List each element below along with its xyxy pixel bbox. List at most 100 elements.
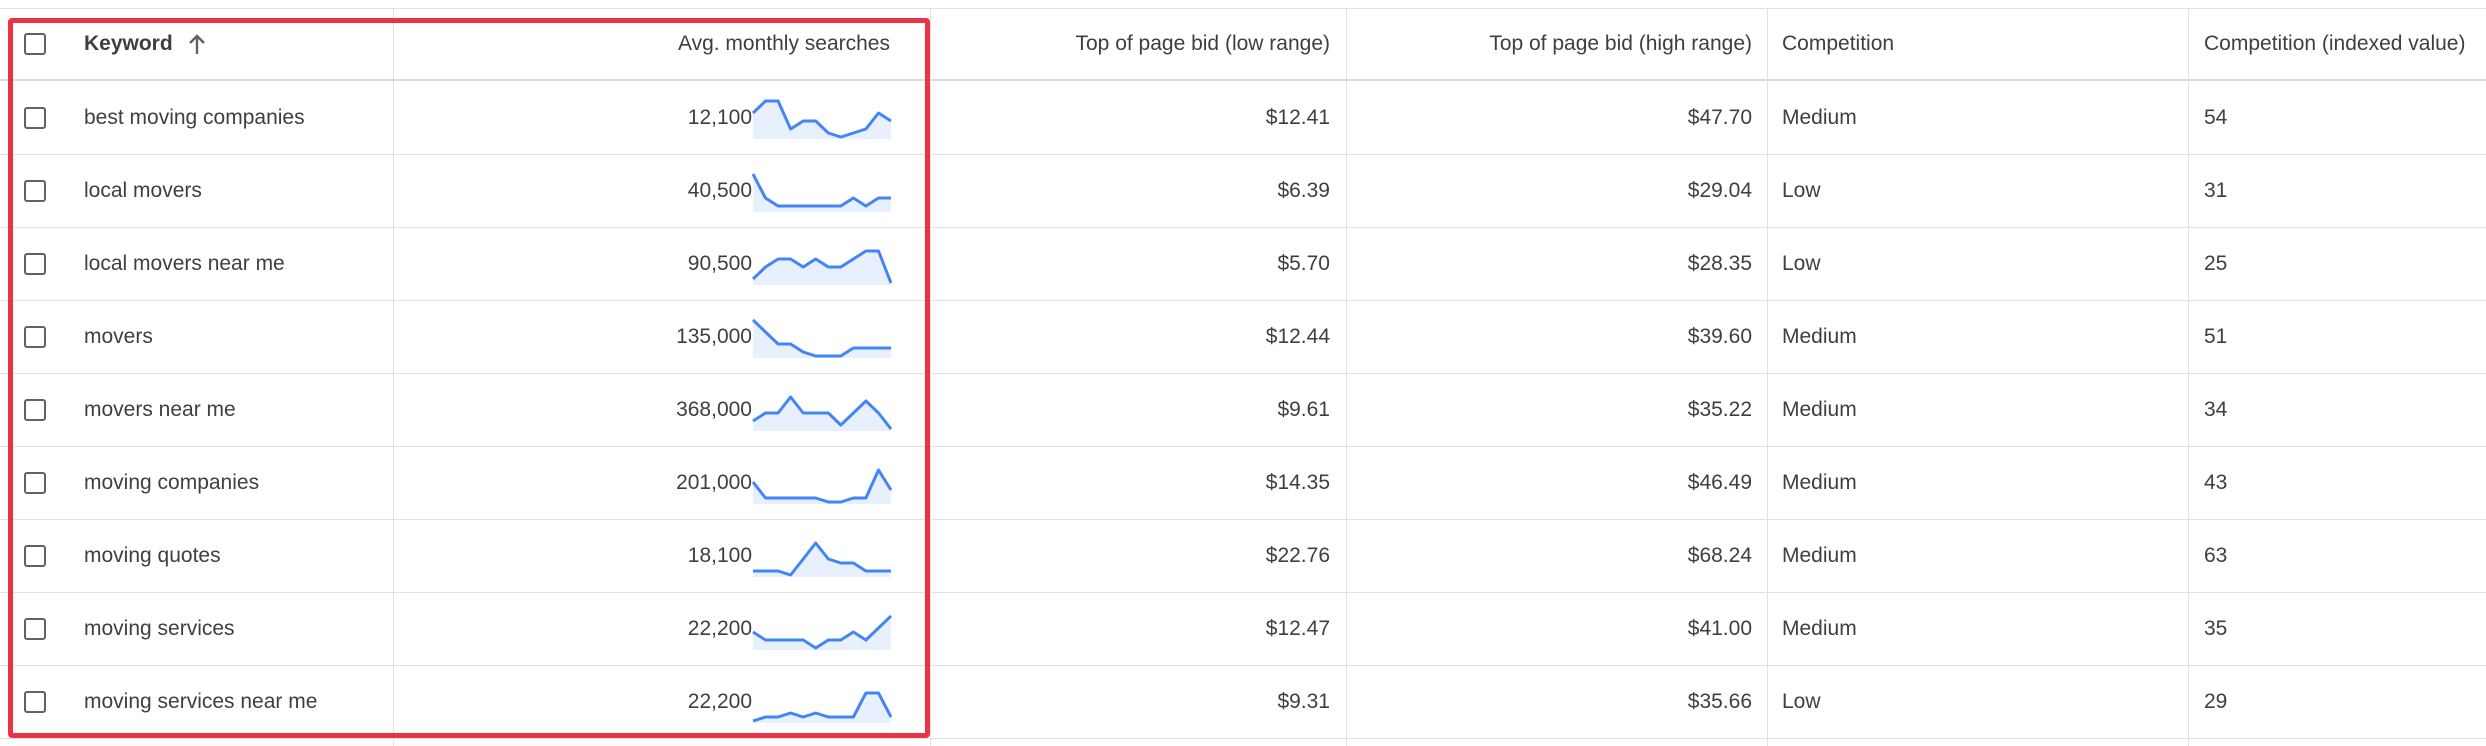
bid-low-cell-text: $9.61 — [1277, 398, 1330, 421]
table-row[interactable]: local movers 40,500 $6.39 $29.04 Low 31 — [0, 155, 2486, 228]
avg-monthly-searches-cell: 201,000 — [400, 447, 910, 519]
bid-low-cell: $12.41 — [930, 82, 1330, 154]
row-checkbox[interactable] — [24, 691, 46, 713]
bid-high-cell: $28.35 — [1346, 228, 1752, 300]
trend-line — [752, 173, 891, 208]
competition-column-header[interactable]: Competition — [1782, 9, 2162, 79]
bid-high-cell-text: $35.66 — [1687, 690, 1752, 713]
trend-sparkline[interactable] — [752, 97, 892, 139]
column-divider — [930, 8, 931, 746]
trend-area — [753, 101, 891, 139]
column-divider — [1346, 8, 1347, 746]
bid-high-cell-text: $46.49 — [1687, 471, 1752, 494]
bid-low-cell: $9.31 — [930, 666, 1330, 738]
avg-monthly-searches-value: 368,000 — [676, 398, 752, 421]
row-checkbox[interactable] — [24, 253, 46, 275]
row-checkbox[interactable] — [24, 107, 46, 129]
row-checkbox[interactable] — [24, 618, 46, 640]
competition-index-cell: 43 — [2204, 447, 2484, 519]
avg-monthly-searches-value: 135,000 — [676, 325, 752, 348]
bid-low-cell: $5.70 — [930, 228, 1330, 300]
trend-sparkline[interactable] — [752, 170, 892, 212]
competition-index-cell: 51 — [2204, 301, 2484, 373]
keyword-cell-text: movers near me — [84, 398, 236, 421]
select-all-checkbox[interactable] — [24, 33, 46, 55]
row-checkbox[interactable] — [24, 472, 46, 494]
competition-cell: Medium — [1782, 301, 2162, 373]
bid-low-cell-text: $9.31 — [1277, 690, 1330, 713]
table-row[interactable]: moving companies 201,000 $14.35 $46.49 Mediu… — [0, 447, 2486, 520]
column-divider — [393, 8, 394, 746]
keyword-cell: moving companies — [84, 447, 384, 519]
competition-index-cell-text: 35 — [2204, 617, 2228, 640]
table-row[interactable]: movers 135,000 $12.44 $39.60 Medium 51 — [0, 301, 2486, 374]
row-checkbox-cell — [0, 301, 70, 373]
bid-high-header-label: Top of page bid (high range) — [1489, 32, 1752, 55]
keyword-column-header[interactable]: Keyword — [84, 9, 384, 79]
avg-monthly-searches-value: 40,500 — [687, 179, 752, 202]
bid-high-cell-text: $28.35 — [1687, 252, 1752, 275]
avg-monthly-searches-column-header[interactable]: Avg. monthly searches — [400, 9, 910, 79]
competition-index-cell: 31 — [2204, 155, 2484, 227]
bid-high-cell: $47.70 — [1346, 82, 1752, 154]
table-row[interactable]: moving quotes 18,100 $22.76 $68.24 Medium 63 — [0, 520, 2486, 593]
avg-monthly-searches-cell: 12,100 — [400, 82, 910, 154]
table-row[interactable]: local movers near me 90,500 $5.70 $28.35 Low… — [0, 228, 2486, 301]
avg-monthly-searches-cell: 368,000 — [400, 374, 910, 446]
row-checkbox-cell — [0, 374, 70, 446]
table-row[interactable]: best moving companies 12,100 $12.41 $47.70 M… — [0, 82, 2486, 155]
keyword-cell: moving services — [84, 593, 384, 665]
competition-index-cell: 35 — [2204, 593, 2484, 665]
avg-monthly-searches-cell: 22,200 — [400, 666, 910, 738]
competition-cell: Low — [1782, 666, 2162, 738]
competition-index-cell-text: 31 — [2204, 179, 2228, 202]
table-row[interactable]: movers near me 368,000 $9.61 $35.22 Medium 34 — [0, 374, 2486, 447]
competition-index-cell: 25 — [2204, 228, 2484, 300]
row-checkbox[interactable] — [24, 399, 46, 421]
competition-index-cell-text: 34 — [2204, 398, 2228, 421]
table-row[interactable]: moving services near me 22,200 $9.31 $35.66… — [0, 666, 2486, 739]
competition-cell-text: Low — [1782, 690, 1821, 713]
competition-index-cell: 54 — [2204, 82, 2484, 154]
row-checkbox-cell — [0, 155, 70, 227]
bid-low-cell-text: $6.39 — [1277, 179, 1330, 202]
competition-cell: Medium — [1782, 593, 2162, 665]
sort-ascending-icon[interactable] — [187, 32, 207, 56]
table-header: Keyword Avg. monthly searches Top of pag… — [0, 8, 2486, 81]
trend-sparkline[interactable] — [752, 535, 892, 577]
row-checkbox[interactable] — [24, 326, 46, 348]
row-checkbox-cell — [0, 82, 70, 154]
row-checkbox-cell — [0, 593, 70, 665]
trend-sparkline[interactable] — [752, 243, 892, 285]
keyword-cell-text: best moving companies — [84, 106, 305, 129]
trend-sparkline[interactable] — [752, 389, 892, 431]
trend-sparkline[interactable] — [752, 608, 892, 650]
bid-high-cell: $35.66 — [1346, 666, 1752, 738]
competition-cell: Medium — [1782, 82, 2162, 154]
bid-high-cell: $68.24 — [1346, 520, 1752, 592]
trend-sparkline[interactable] — [752, 681, 892, 723]
competition-cell-text: Medium — [1782, 544, 1857, 567]
keyword-cell-text: local movers — [84, 179, 202, 202]
competition-index-cell: 29 — [2204, 666, 2484, 738]
keyword-cell: moving quotes — [84, 520, 384, 592]
keyword-cell-text: moving quotes — [84, 544, 221, 567]
row-checkbox[interactable] — [24, 545, 46, 567]
bid-high-column-header[interactable]: Top of page bid (high range) — [1346, 9, 1752, 79]
competition-header-label: Competition — [1782, 32, 1895, 55]
bid-low-cell-text: $14.35 — [1265, 471, 1330, 494]
keyword-cell: movers near me — [84, 374, 384, 446]
bid-high-cell-text: $68.24 — [1687, 544, 1752, 567]
avg-monthly-searches-cell: 22,200 — [400, 593, 910, 665]
column-divider — [2188, 8, 2189, 746]
keyword-cell: best moving companies — [84, 82, 384, 154]
trend-sparkline[interactable] — [752, 316, 892, 358]
table-row[interactable]: moving services 22,200 $12.47 $41.00 Medium 3… — [0, 593, 2486, 666]
trend-sparkline[interactable] — [752, 462, 892, 504]
competition-cell: Medium — [1782, 447, 2162, 519]
competition-index-column-header[interactable]: Competition (indexed value) — [2204, 9, 2484, 79]
avg-monthly-searches-cell: 40,500 — [400, 155, 910, 227]
row-checkbox[interactable] — [24, 180, 46, 202]
bid-low-column-header[interactable]: Top of page bid (low range) — [930, 9, 1331, 79]
keyword-cell-text: moving services — [84, 617, 235, 640]
